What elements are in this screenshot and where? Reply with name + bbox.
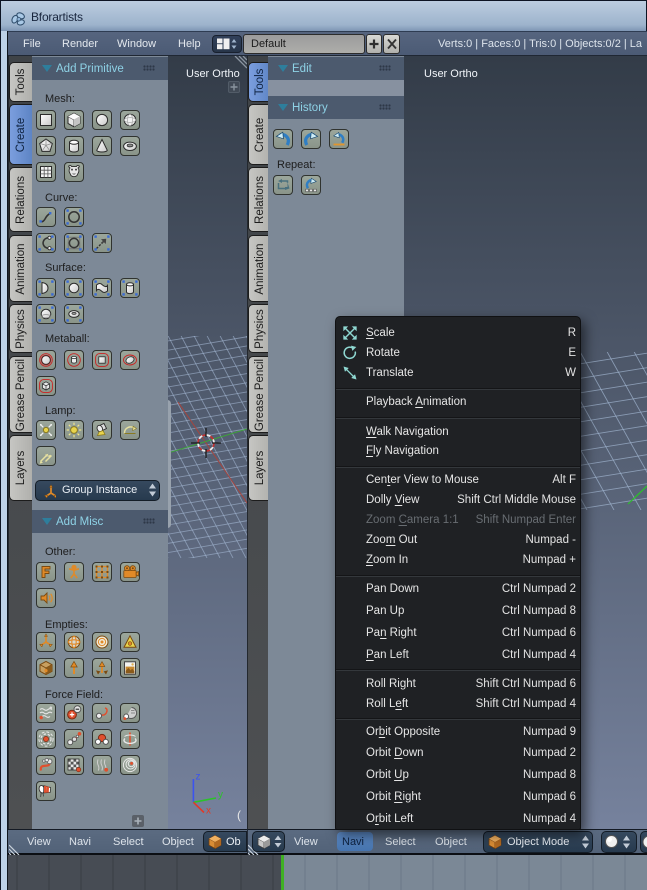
svg-text:x: x [206, 806, 211, 817]
svg-text:y: y [218, 790, 223, 801]
svg-text:z: z [196, 772, 201, 783]
